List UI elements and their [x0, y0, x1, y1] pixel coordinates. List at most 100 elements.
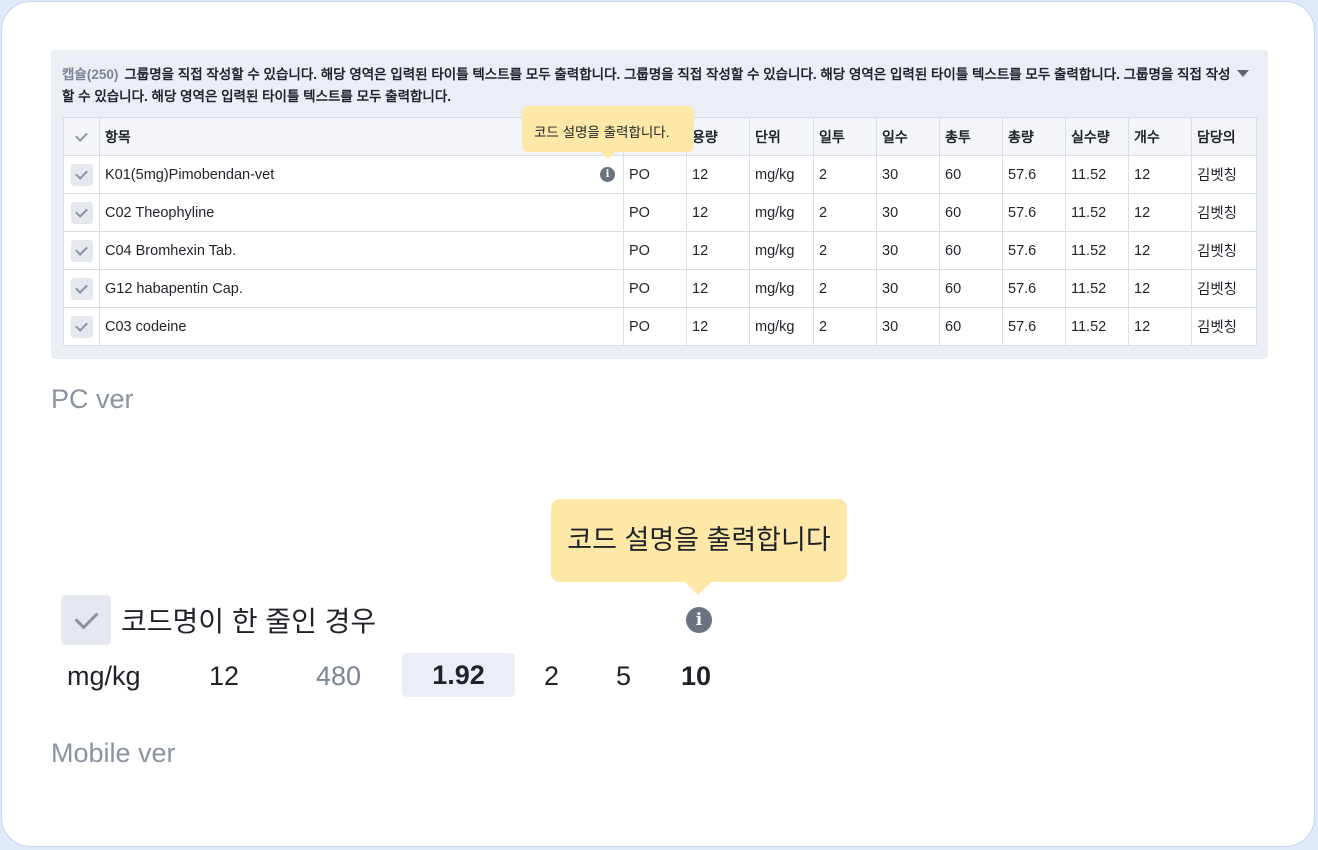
row-checkbox-cell[interactable] — [63, 155, 100, 194]
table-cell: 2 — [813, 307, 877, 346]
item-name-cell: C04 Bromhexin Tab. — [99, 231, 624, 270]
table-cell: 김벳칭 — [1191, 155, 1257, 194]
table-cell: 60 — [939, 269, 1003, 308]
table-cell: 30 — [876, 155, 940, 194]
table-cell: 30 — [876, 193, 940, 232]
check-icon[interactable] — [71, 126, 93, 148]
table-cell: 12 — [686, 155, 750, 194]
table-row[interactable]: C04 Bromhexin Tab. PO 12 mg/kg 2 30 60 5… — [63, 231, 1257, 270]
table-cell: mg/kg — [749, 269, 814, 308]
row-checkbox-cell[interactable] — [63, 193, 100, 232]
info-icon[interactable]: i — [600, 167, 615, 182]
table-cell: 11.52 — [1065, 155, 1129, 194]
mobile-value: 480 — [316, 661, 362, 691]
check-icon[interactable] — [70, 315, 93, 338]
row-checkbox-cell[interactable] — [63, 307, 100, 346]
table-cell: 11.52 — [1065, 269, 1129, 308]
check-icon[interactable] — [70, 201, 93, 224]
table-cell: 김벳칭 — [1191, 269, 1257, 308]
group-category: 캡슐(250) — [62, 67, 119, 82]
table-cell: 2 — [813, 155, 877, 194]
table-cell: mg/kg — [749, 231, 814, 270]
table-cell: 김벳칭 — [1191, 231, 1257, 270]
caret-down-icon[interactable] — [1237, 70, 1249, 77]
column-header: 총투 — [939, 117, 1003, 156]
item-name: K01(5mg)Pimobendan-vet — [105, 166, 275, 183]
table-cell: 60 — [939, 155, 1003, 194]
mobile-item-title: 코드명이 한 줄인 경우 — [121, 606, 377, 637]
mobile-value: 12 — [209, 661, 240, 691]
table-cell: 2 — [813, 231, 877, 270]
mobile-value-highlight[interactable]: 1.92 — [402, 653, 515, 697]
table-cell: 12 — [1128, 231, 1192, 270]
check-icon[interactable] — [61, 595, 111, 645]
table-cell: 60 — [939, 193, 1003, 232]
item-name-cell: C03 codeine — [99, 307, 624, 346]
item-name-cell: G12 habapentin Cap. — [99, 269, 624, 308]
code-description-tooltip: 코드 설명을 출력합니다. — [522, 106, 694, 159]
table-cell: 12 — [1128, 269, 1192, 308]
table-cell: 12 — [1128, 193, 1192, 232]
mobile-value: 5 — [616, 661, 632, 691]
column-header: 단위 — [749, 117, 814, 156]
row-checkbox-cell[interactable] — [63, 231, 100, 270]
check-icon[interactable] — [70, 239, 93, 262]
table-cell: PO — [623, 307, 687, 346]
mobile-code-description-tooltip: 코드 설명을 출력합니다 — [551, 499, 847, 595]
table-cell: 12 — [686, 269, 750, 308]
table-cell: PO — [623, 193, 687, 232]
item-name-cell: K01(5mg)Pimobendan-vet i — [99, 155, 624, 194]
mobile-value-total: 10 — [681, 661, 712, 691]
table-cell: 김벳칭 — [1191, 307, 1257, 346]
table-cell: 11.52 — [1065, 193, 1129, 232]
mobile-version-caption: Mobile ver — [51, 738, 176, 768]
table-cell: 30 — [876, 307, 940, 346]
group-title: 캡슐(250) 그룹명을 직접 작성할 수 있습니다. 해당 영역은 입력된 타이… — [62, 64, 1232, 108]
table-row[interactable]: C03 codeine PO 12 mg/kg 2 30 60 57.6 11.… — [63, 307, 1257, 346]
select-all-cell[interactable] — [63, 117, 100, 156]
column-header: 담당의 — [1191, 117, 1257, 156]
table-cell: 57.6 — [1002, 155, 1066, 194]
table-cell: PO — [623, 155, 687, 194]
table-cell: PO — [623, 269, 687, 308]
table-cell: PO — [623, 231, 687, 270]
table-cell: 김벳칭 — [1191, 193, 1257, 232]
column-header: 총량 — [1002, 117, 1066, 156]
item-name-cell: C02 Theophyline — [99, 193, 624, 232]
table-cell: 12 — [1128, 307, 1192, 346]
table-cell: mg/kg — [749, 307, 814, 346]
table-row[interactable]: C02 Theophyline PO 12 mg/kg 2 30 60 57.6… — [63, 193, 1257, 232]
group-name: 그룹명을 직접 작성할 수 있습니다. 해당 영역은 입력된 타이틀 텍스트를 … — [62, 67, 1231, 104]
table-cell: 60 — [939, 231, 1003, 270]
column-header: 일투 — [813, 117, 877, 156]
info-icon[interactable]: i — [686, 607, 712, 633]
table-cell: 11.52 — [1065, 307, 1129, 346]
table-cell: mg/kg — [749, 155, 814, 194]
table-cell: 30 — [876, 231, 940, 270]
table-cell: 11.52 — [1065, 231, 1129, 270]
mobile-unit: mg/kg — [67, 661, 141, 691]
table-cell: 60 — [939, 307, 1003, 346]
prescription-group-panel: 캡슐(250) 그룹명을 직접 작성할 수 있습니다. 해당 영역은 입력된 타이… — [51, 50, 1268, 359]
column-header: 일수 — [876, 117, 940, 156]
table-cell: mg/kg — [749, 193, 814, 232]
table-cell: 57.6 — [1002, 231, 1066, 270]
row-checkbox-cell[interactable] — [63, 269, 100, 308]
table-cell: 57.6 — [1002, 307, 1066, 346]
column-header: 용량 — [686, 117, 750, 156]
check-icon[interactable] — [70, 163, 93, 186]
table-cell: 12 — [686, 307, 750, 346]
table-cell: 2 — [813, 269, 877, 308]
table-row[interactable]: K01(5mg)Pimobendan-vet i PO 12 mg/kg 2 30… — [63, 155, 1257, 194]
table-cell: 12 — [686, 193, 750, 232]
column-header: 실수량 — [1065, 117, 1129, 156]
table-cell: 30 — [876, 269, 940, 308]
table-cell: 57.6 — [1002, 193, 1066, 232]
table-cell: 57.6 — [1002, 269, 1066, 308]
table-row[interactable]: G12 habapentin Cap. PO 12 mg/kg 2 30 60 … — [63, 269, 1257, 308]
column-header: 개수 — [1128, 117, 1192, 156]
pc-version-caption: PC ver — [51, 384, 134, 414]
table-cell: 12 — [686, 231, 750, 270]
table-cell: 12 — [1128, 155, 1192, 194]
check-icon[interactable] — [70, 277, 93, 300]
